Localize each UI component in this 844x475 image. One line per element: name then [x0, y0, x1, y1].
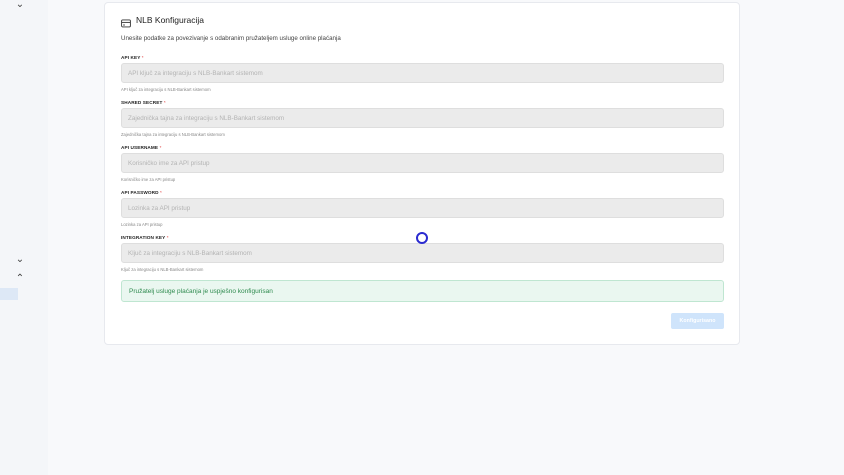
required-mark: *	[163, 100, 166, 105]
card-header: NLB Konfiguracija	[121, 13, 205, 28]
api-username-label: API USERNAME *	[121, 145, 162, 150]
required-mark: *	[159, 190, 162, 195]
required-mark: *	[159, 145, 162, 150]
nlb-config-card: NLB Konfiguracija Unesite podatke za pov…	[104, 2, 740, 345]
api-username-help: Korisničko ime za API pristup	[121, 177, 176, 182]
chevron-down-icon[interactable]: ⌄	[13, 255, 27, 265]
api-password-label: API PASSWORD *	[121, 190, 162, 195]
api-key-help: API ključ za integraciju s NLB-Bankart s…	[121, 87, 211, 92]
api-password-label-text: API PASSWORD	[121, 190, 159, 195]
required-mark: *	[166, 235, 169, 240]
chevron-up-icon[interactable]: ⌃	[13, 274, 27, 284]
api-username-input[interactable]	[121, 153, 724, 173]
api-password-input[interactable]	[121, 198, 724, 218]
sidebar-active-item[interactable]	[0, 288, 18, 300]
api-key-label-text: API KEY	[121, 55, 141, 60]
shared-secret-help: Zajednička tajna za integraciju s NLB-Ba…	[121, 132, 225, 137]
api-key-label: API KEY *	[121, 55, 144, 60]
success-alert: Pružatelj usluge plaćanja je uspješno ko…	[121, 280, 724, 302]
integration-key-help: Ključ za integraciju s NLB-Bankart siste…	[121, 267, 204, 272]
success-alert-text: Pružatelj usluge plaćanja je uspješno ko…	[129, 287, 273, 295]
credit-card-icon	[121, 15, 131, 28]
cursor-indicator	[416, 232, 428, 244]
card-title: NLB Konfiguracija	[136, 15, 205, 25]
integration-key-label-text: INTEGRATION KEY	[121, 235, 166, 240]
shared-secret-label-text: SHARED SECRET	[121, 100, 163, 105]
shared-secret-label: SHARED SECRET *	[121, 100, 166, 105]
integration-key-input[interactable]	[121, 243, 724, 263]
integration-key-label: INTEGRATION KEY *	[121, 235, 169, 240]
shared-secret-input[interactable]	[121, 108, 724, 128]
api-password-help: Lozinka za API pristup	[121, 222, 163, 227]
chevron-down-icon[interactable]: ⌄	[13, 0, 27, 10]
card-description: Unesite podatke za povezivanje s odabran…	[121, 35, 341, 42]
configure-button[interactable]: Konfigurisano	[671, 313, 724, 329]
required-mark: *	[141, 55, 144, 60]
sidebar: ⌄ ⌄ ⌃	[0, 0, 48, 475]
api-username-label-text: API USERNAME	[121, 145, 159, 150]
api-key-input[interactable]	[121, 63, 724, 83]
